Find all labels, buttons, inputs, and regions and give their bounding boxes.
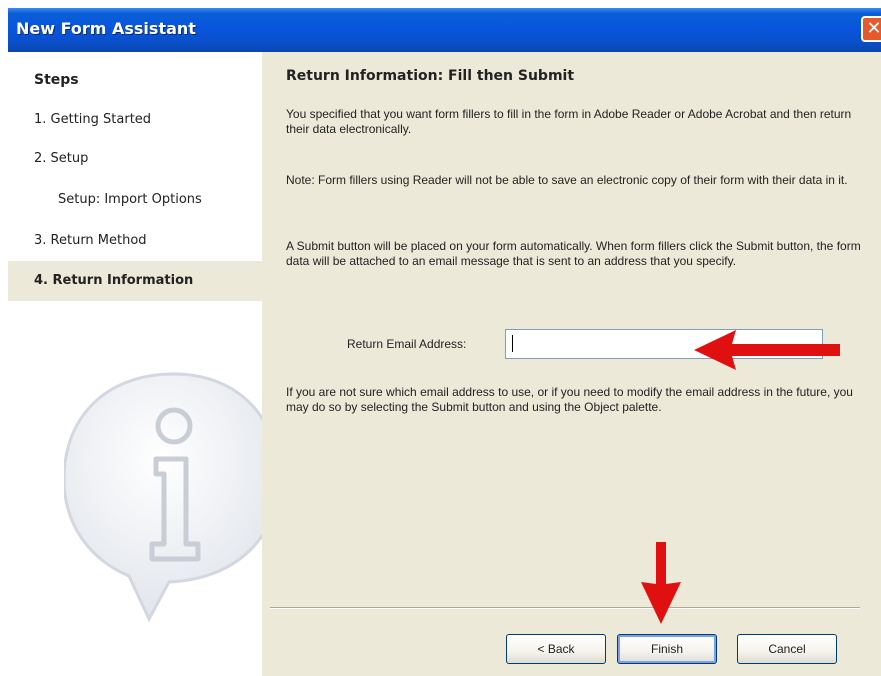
window-title: New Form Assistant — [16, 19, 196, 38]
submit-paragraph: A Submit button will be placed on your f… — [286, 239, 861, 268]
title-bar: New Form Assistant ✕ — [8, 8, 881, 52]
info-speech-bubble-icon — [64, 372, 262, 623]
step-return-method: 3. Return Method — [34, 233, 147, 248]
steps-heading: Steps — [34, 72, 79, 88]
note-paragraph: Note: Form fillers using Reader will not… — [286, 173, 848, 187]
intro-paragraph: You specified that you want form fillers… — [286, 107, 852, 136]
button-separator — [270, 607, 860, 609]
close-button[interactable]: ✕ — [861, 16, 881, 42]
text-caret — [512, 335, 513, 352]
red-arrow-down-icon — [641, 542, 681, 624]
cancel-button[interactable]: Cancel — [737, 634, 837, 664]
dialog-window: New Form Assistant ✕ Steps 1. Getting St… — [8, 8, 881, 676]
step-setup-import-options: Setup: Import Options — [58, 192, 202, 207]
finish-button[interactable]: Finish — [617, 634, 717, 664]
steps-panel: Steps 1. Getting Started 2. Setup Setup:… — [8, 52, 262, 676]
step-getting-started: 1. Getting Started — [34, 112, 152, 127]
help-paragraph: If you are not sure which email address … — [286, 385, 853, 414]
return-email-label: Return Email Address: — [347, 337, 467, 351]
red-arrow-left-icon — [694, 330, 840, 370]
step-setup: 2. Setup — [34, 151, 89, 166]
back-button[interactable]: < Back — [506, 634, 606, 664]
page-title: Return Information: Fill then Submit — [286, 68, 575, 84]
content-panel: Return Information: Fill then Submit You… — [262, 52, 881, 676]
step-return-information: 4. Return Information — [8, 261, 262, 301]
